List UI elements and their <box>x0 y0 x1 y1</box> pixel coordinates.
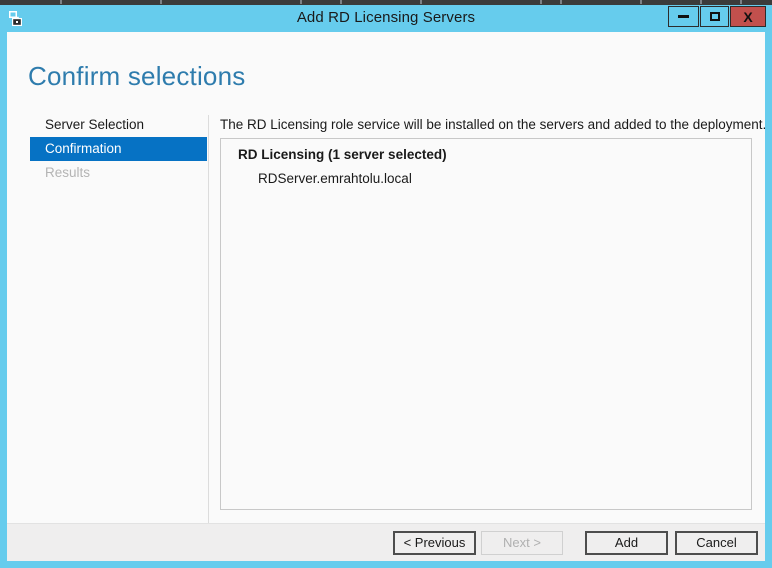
previous-button[interactable]: < Previous <box>393 531 476 555</box>
maximize-icon <box>709 12 720 21</box>
maximize-button[interactable] <box>700 6 729 27</box>
minimize-button[interactable] <box>668 6 699 27</box>
dialog-body: Confirm selections Server Selection Conf… <box>7 32 767 561</box>
next-button: Next > <box>481 531 563 555</box>
description-text: The RD Licensing role service will be in… <box>220 117 767 132</box>
page-title: Confirm selections <box>28 61 246 91</box>
list-item: RDServer.emrahtolu.local <box>258 171 412 186</box>
dialog-window: Add RD Licensing Servers X Confirm selec… <box>0 5 772 568</box>
title-bar[interactable]: Add RD Licensing Servers X <box>0 5 772 32</box>
sidebar-item-results: Results <box>7 161 201 185</box>
cancel-button[interactable]: Cancel <box>675 531 758 555</box>
window-title: Add RD Licensing Servers <box>296 9 476 26</box>
sidebar-item-confirmation[interactable]: Confirmation <box>30 137 207 161</box>
sidebar-item-label: Confirmation <box>45 141 122 156</box>
dialog-footer: < Previous Next > Add Cancel <box>7 523 765 561</box>
sidebar-item-label: Results <box>45 165 91 180</box>
sidebar-item-label: Server Selection <box>45 117 145 132</box>
selection-summary-box: RD Licensing (1 server selected) RDServe… <box>220 138 752 510</box>
close-button[interactable]: X <box>730 6 766 27</box>
add-button[interactable]: Add <box>585 531 668 555</box>
sidebar-item-server-selection[interactable]: Server Selection <box>7 113 201 137</box>
wizard-nav: Server Selection Confirmation Results <box>7 113 207 185</box>
role-group-title: RD Licensing (1 server selected) <box>238 147 447 162</box>
close-icon: X <box>743 8 753 25</box>
minimize-icon <box>678 15 689 18</box>
nav-divider <box>208 115 209 543</box>
